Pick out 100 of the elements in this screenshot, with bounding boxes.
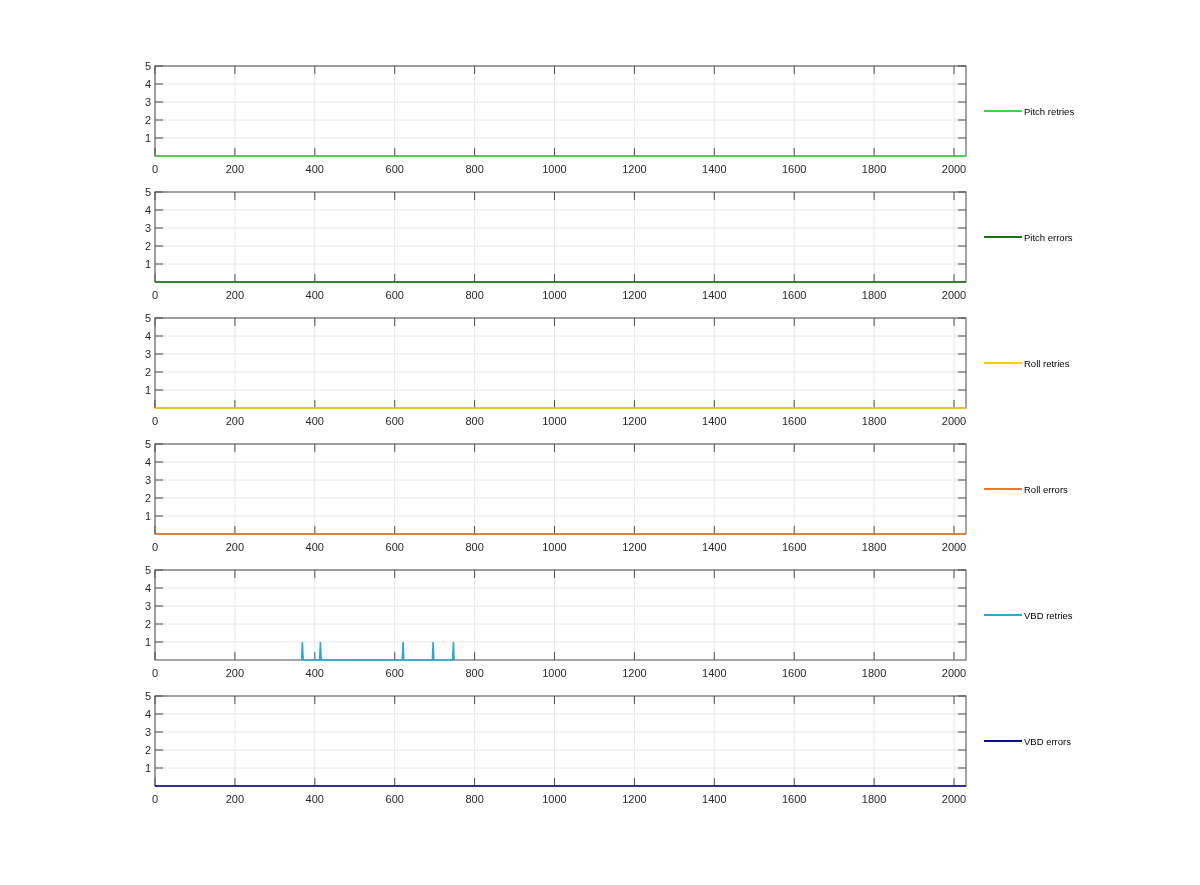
tick-label: 1200 xyxy=(622,541,647,553)
legend-label: Pitch retries xyxy=(1024,105,1075,117)
tick-label: 400 xyxy=(305,415,324,427)
tick-label: 800 xyxy=(465,667,484,679)
tick-label: 1800 xyxy=(861,415,887,427)
tick-label: 200 xyxy=(225,163,245,175)
tick-label: 800 xyxy=(465,163,484,175)
tick-label: 1 xyxy=(144,132,151,144)
tick-label: 4 xyxy=(144,456,151,468)
tick-label: 3 xyxy=(144,96,151,108)
tick-label: 3 xyxy=(144,600,151,612)
tick-label: 1400 xyxy=(702,289,727,301)
tick-label: 2000 xyxy=(941,289,967,301)
tick-label: 1600 xyxy=(781,541,807,553)
tick-label: 1400 xyxy=(702,163,727,175)
tick-label: 4 xyxy=(144,582,151,594)
tick-label: 200 xyxy=(225,415,245,427)
legend-line-icon xyxy=(983,362,1023,364)
tick-label: 1000 xyxy=(542,667,567,679)
tick-label: 1800 xyxy=(861,541,887,553)
tick-label: 1000 xyxy=(542,289,567,301)
tick-label: 1400 xyxy=(702,541,727,553)
legend-label: Pitch errors xyxy=(1024,231,1073,243)
tick-label: 5 xyxy=(144,564,151,576)
tick-label: 400 xyxy=(305,289,324,301)
tick-label: 1 xyxy=(144,636,151,648)
tick-label: 5 xyxy=(144,438,151,450)
tick-label: 5 xyxy=(144,312,151,324)
tick-label: 2000 xyxy=(941,163,967,175)
legend-line-icon xyxy=(983,110,1023,112)
tick-label: 2 xyxy=(144,366,151,378)
legend-label: Roll errors xyxy=(1024,483,1068,495)
tick-label: 800 xyxy=(465,289,484,301)
tick-label: 1400 xyxy=(702,667,727,679)
tick-label: 1200 xyxy=(622,163,647,175)
tick-label: 1400 xyxy=(702,793,727,805)
tick-label: 1 xyxy=(144,510,151,522)
tick-label: 1000 xyxy=(542,415,567,427)
tick-label: 0 xyxy=(151,289,159,301)
tick-label: 1200 xyxy=(622,289,647,301)
tick-label: 400 xyxy=(305,793,324,805)
tick-label: 4 xyxy=(144,330,151,342)
tick-label: 0 xyxy=(151,793,159,805)
tick-label: 1800 xyxy=(861,793,887,805)
legend-label: Roll retries xyxy=(1024,357,1070,369)
tick-label: 600 xyxy=(385,793,404,805)
tick-label: 4 xyxy=(144,204,151,216)
tick-label: 2000 xyxy=(941,793,967,805)
tick-label: 800 xyxy=(465,793,484,805)
tick-label: 5 xyxy=(144,60,151,72)
legend-line-icon xyxy=(983,614,1023,616)
tick-label: 1000 xyxy=(542,541,567,553)
tick-label: 2000 xyxy=(941,667,967,679)
tick-label: 1200 xyxy=(622,793,647,805)
tick-label: 600 xyxy=(385,289,404,301)
tick-label: 0 xyxy=(151,541,159,553)
tick-label: 1200 xyxy=(622,667,647,679)
tick-label: 200 xyxy=(225,793,245,805)
tick-label: 600 xyxy=(385,541,404,553)
tick-label: 1600 xyxy=(781,163,807,175)
tick-label: 1600 xyxy=(781,415,807,427)
tick-label: 800 xyxy=(465,541,484,553)
tick-label: 200 xyxy=(225,541,245,553)
tick-label: 1000 xyxy=(542,793,567,805)
tick-label: 200 xyxy=(225,289,245,301)
tick-label: 2000 xyxy=(941,541,967,553)
tick-label: 1 xyxy=(144,384,151,396)
tick-label: 3 xyxy=(144,726,151,738)
tick-label: 2 xyxy=(144,618,151,630)
legend-label: VBD errors xyxy=(1024,735,1071,747)
tick-label: 3 xyxy=(144,474,151,486)
tick-label: 1800 xyxy=(861,667,887,679)
tick-label: 2 xyxy=(144,744,151,756)
tick-label: 400 xyxy=(305,163,324,175)
tick-label: 5 xyxy=(144,186,151,198)
legend-line-icon xyxy=(983,488,1023,490)
tick-label: 2 xyxy=(144,492,151,504)
tick-label: 2 xyxy=(144,240,151,252)
tick-label: 0 xyxy=(151,415,159,427)
tick-label: 600 xyxy=(385,415,404,427)
tick-label: 1400 xyxy=(702,415,727,427)
tick-label: 400 xyxy=(305,667,324,679)
tick-label: 1600 xyxy=(781,793,807,805)
tick-label: 1 xyxy=(144,762,151,774)
tick-label: 1800 xyxy=(861,163,887,175)
tick-label: 800 xyxy=(465,415,484,427)
tick-label: 4 xyxy=(144,708,151,720)
tick-label: 1200 xyxy=(622,415,647,427)
tick-label: 2 xyxy=(144,114,151,126)
tick-label: 600 xyxy=(385,163,404,175)
tick-label: 400 xyxy=(305,541,324,553)
tick-label: 3 xyxy=(144,348,151,360)
tick-label: 1000 xyxy=(542,163,567,175)
legend-line-icon xyxy=(983,740,1023,742)
tick-label: 2000 xyxy=(941,415,967,427)
tick-label: 200 xyxy=(225,667,245,679)
tick-label: 5 xyxy=(144,690,151,702)
legend-label: VBD retries xyxy=(1024,609,1073,621)
tick-label: 0 xyxy=(151,667,159,679)
tick-label: 3 xyxy=(144,222,151,234)
